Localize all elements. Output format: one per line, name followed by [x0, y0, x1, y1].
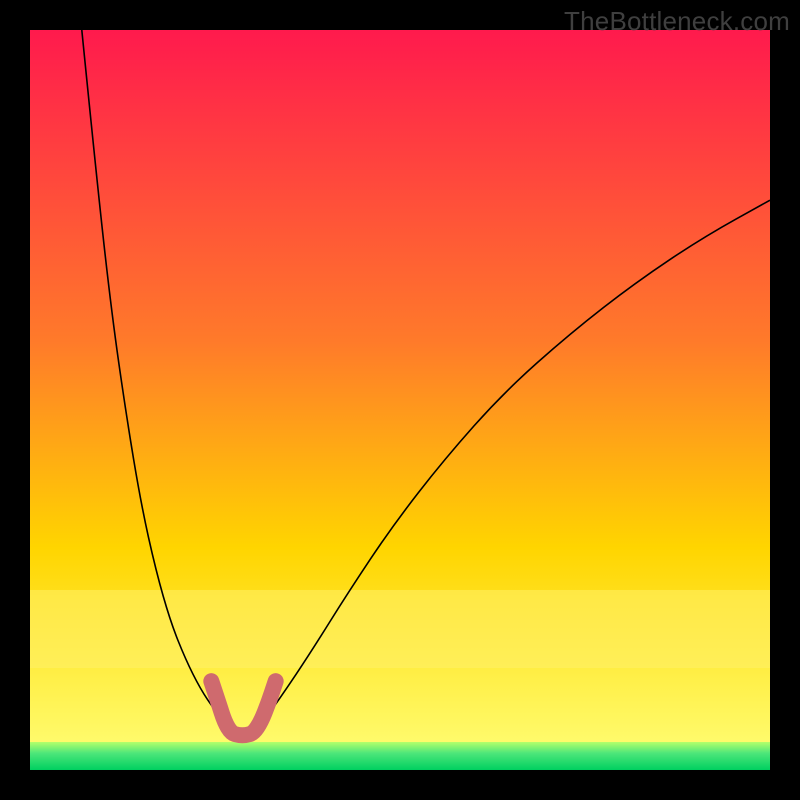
green-band — [30, 742, 770, 770]
chart-svg — [30, 30, 770, 770]
plot-area — [30, 30, 770, 770]
yellow-band — [30, 590, 770, 668]
watermark-text: TheBottleneck.com — [564, 6, 790, 37]
chart-frame: TheBottleneck.com — [0, 0, 800, 800]
